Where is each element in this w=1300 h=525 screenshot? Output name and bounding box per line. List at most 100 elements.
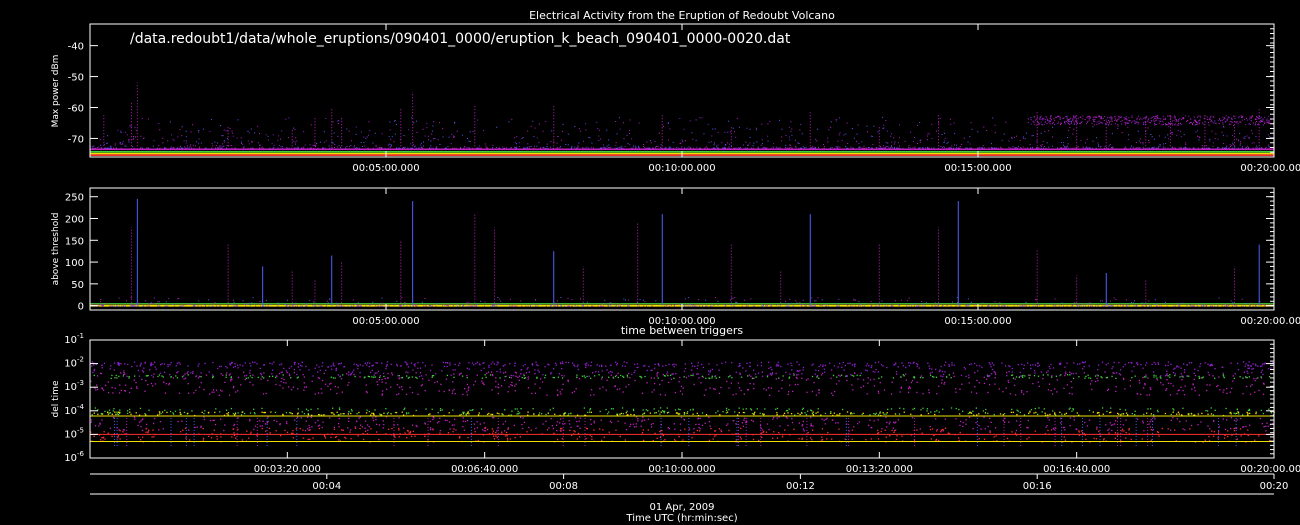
data-point <box>719 414 721 416</box>
data-point <box>1073 128 1075 130</box>
data-point <box>798 147 800 149</box>
data-point <box>135 412 137 414</box>
data-point <box>756 129 758 131</box>
data-point <box>1162 384 1164 386</box>
data-point <box>1125 412 1128 414</box>
data-point <box>330 376 332 378</box>
data-point <box>1022 136 1024 138</box>
data-point <box>1157 117 1159 119</box>
data-point <box>654 363 656 365</box>
data-point <box>1081 121 1083 123</box>
data-point <box>960 143 962 145</box>
data-point <box>728 408 730 411</box>
data-point <box>304 144 306 146</box>
data-point <box>765 147 767 149</box>
data-point <box>620 305 622 307</box>
data-point <box>464 387 466 390</box>
data-point <box>560 146 562 148</box>
data-point <box>490 413 492 416</box>
data-point <box>297 408 299 410</box>
data-point <box>1197 115 1199 117</box>
data-point <box>725 147 727 149</box>
data-point <box>1073 118 1075 120</box>
data-point <box>1092 116 1094 118</box>
data-point <box>590 411 592 414</box>
data-point <box>1111 146 1113 148</box>
data-point <box>664 375 666 377</box>
data-point <box>620 374 622 377</box>
data-point <box>267 379 269 382</box>
data-point <box>728 146 730 148</box>
data-point <box>96 375 99 377</box>
data-point <box>379 147 381 149</box>
data-point <box>738 126 740 128</box>
data-point <box>1125 122 1127 124</box>
data-point <box>478 147 480 149</box>
data-point <box>1041 124 1043 126</box>
data-point <box>381 394 383 396</box>
data-point <box>523 373 525 375</box>
data-point <box>538 123 540 125</box>
data-point <box>1124 388 1126 390</box>
data-point <box>617 376 620 379</box>
data-point <box>466 303 468 305</box>
data-point <box>147 383 149 386</box>
data-point <box>1126 122 1128 124</box>
data-point <box>332 407 334 409</box>
data-point <box>250 147 252 149</box>
data-point <box>1252 147 1254 149</box>
data-point <box>858 146 860 148</box>
data-point <box>1011 137 1013 139</box>
data-point <box>1138 140 1140 142</box>
data-point <box>510 147 512 149</box>
data-point <box>124 131 126 133</box>
data-point <box>484 374 486 376</box>
data-point <box>317 377 320 379</box>
data-point <box>129 408 131 411</box>
data-point <box>749 365 751 368</box>
data-point <box>532 120 534 122</box>
data-point <box>1107 122 1109 124</box>
data-point <box>381 393 384 395</box>
data-point <box>227 412 230 414</box>
data-point <box>1065 121 1067 123</box>
data-point <box>1086 123 1088 125</box>
data-point <box>981 305 983 307</box>
data-point <box>249 372 251 374</box>
data-point <box>545 121 547 123</box>
data-point <box>591 142 593 144</box>
data-point <box>101 367 103 369</box>
data-point <box>1223 118 1225 120</box>
data-point <box>1127 134 1129 136</box>
data-point <box>1124 363 1126 366</box>
data-point <box>287 386 290 388</box>
data-point <box>785 147 787 149</box>
data-point <box>144 390 146 392</box>
data-point <box>277 147 279 149</box>
data-point <box>890 146 892 148</box>
data-point <box>414 365 416 367</box>
data-point <box>556 389 559 391</box>
data-point <box>480 369 482 372</box>
data-point <box>718 392 721 395</box>
data-point <box>1021 363 1023 365</box>
data-point <box>166 305 168 307</box>
data-point <box>1142 141 1144 143</box>
data-point <box>1173 115 1175 117</box>
data-point <box>815 394 818 396</box>
data-point <box>462 411 464 414</box>
data-point <box>608 376 610 378</box>
x-tick-label: 00:05:00.000 <box>352 163 419 174</box>
data-point <box>460 372 462 374</box>
data-point <box>421 375 423 377</box>
data-point <box>459 414 461 416</box>
data-point <box>912 408 914 410</box>
data-point <box>107 135 109 137</box>
data-point <box>812 147 814 149</box>
data-point <box>722 147 724 149</box>
data-point <box>1206 410 1209 412</box>
data-point <box>384 377 386 380</box>
data-point <box>171 147 173 149</box>
data-point <box>1066 117 1068 119</box>
data-point <box>1188 122 1190 124</box>
